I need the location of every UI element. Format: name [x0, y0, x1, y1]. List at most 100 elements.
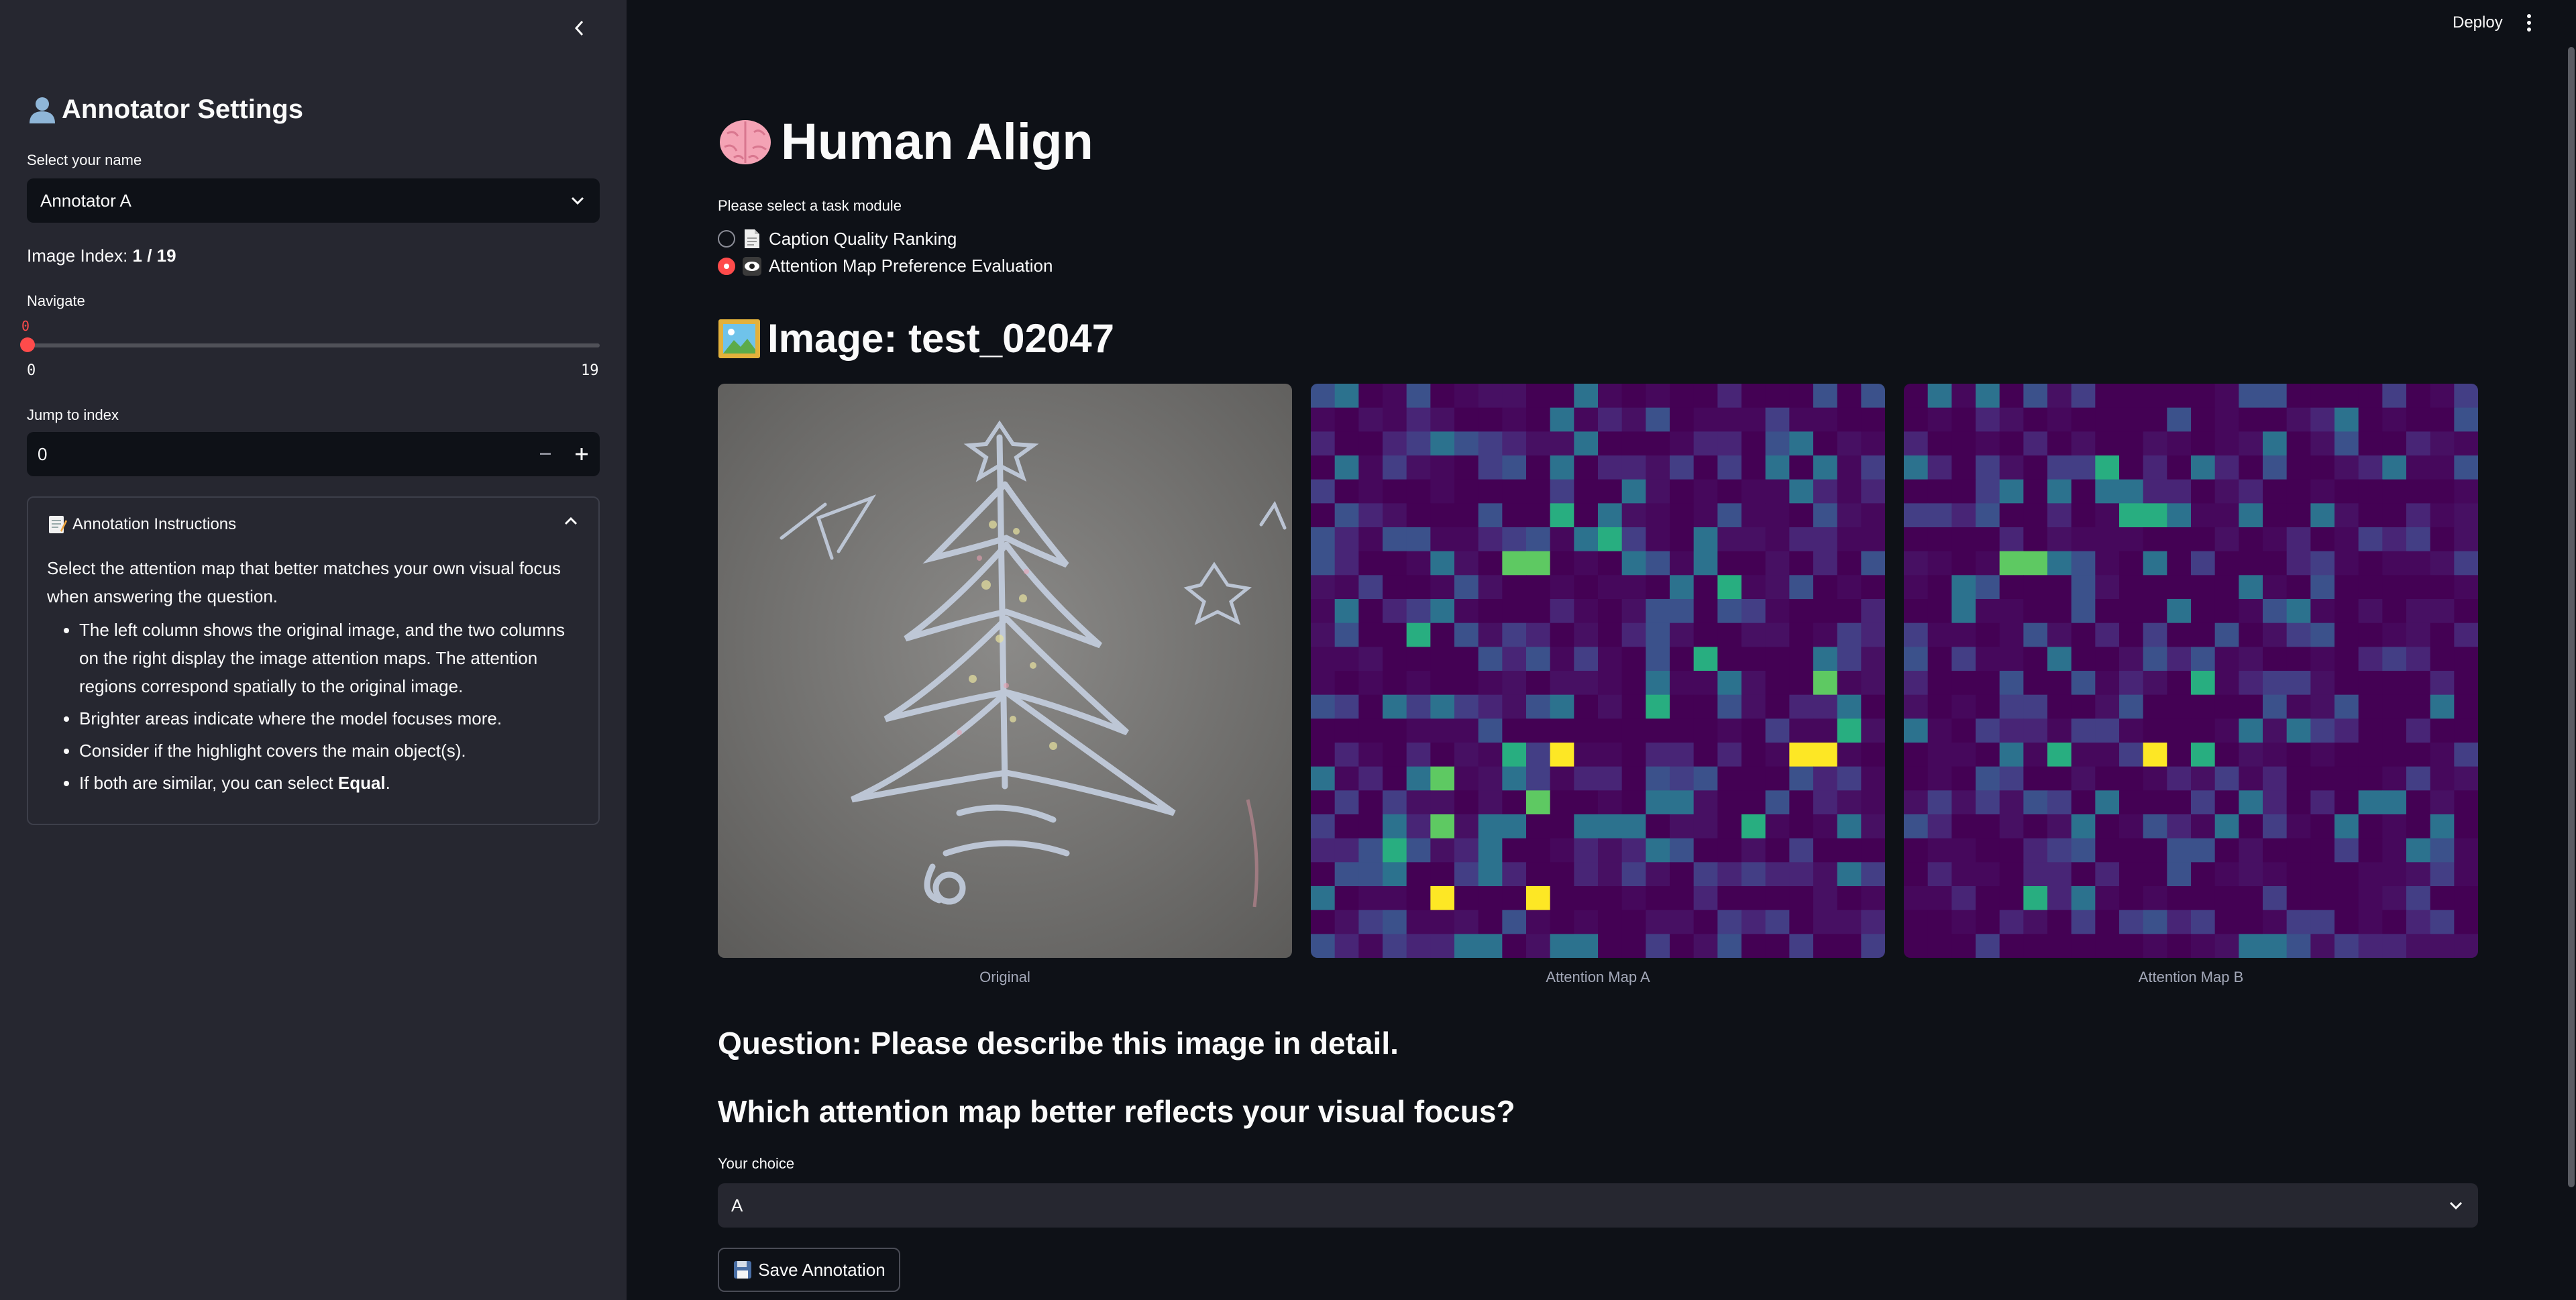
attention-map-b[interactable] — [1904, 384, 2478, 958]
navigate-slider-track[interactable] — [27, 343, 600, 347]
jump-index-input[interactable]: 0 — [27, 432, 600, 476]
heatmap-cell — [1646, 647, 1670, 671]
instructions-header[interactable]: Annotation Instructions — [28, 498, 598, 551]
heatmap-cell — [1646, 599, 1670, 624]
heatmap-cell — [1646, 671, 1670, 696]
heatmap-cell — [1358, 551, 1383, 576]
heatmap-cell — [1670, 647, 1695, 671]
task-option-caption[interactable]: Caption Quality Ranking — [718, 228, 957, 250]
heatmap-cell — [2119, 886, 2144, 911]
heatmap-cell — [2119, 862, 2144, 887]
instruction-item: Consider if the highlight covers the mai… — [79, 737, 584, 765]
heatmap-cell — [1406, 527, 1431, 552]
heatmap-cell — [1526, 766, 1551, 791]
choice-select[interactable]: A — [718, 1183, 2478, 1228]
name-select[interactable]: Annotator A — [27, 178, 600, 223]
heatmap-cell — [2286, 431, 2311, 456]
heatmap-cell — [1526, 503, 1551, 528]
heatmap-cell — [1646, 910, 1670, 934]
heatmap-cell — [1927, 407, 1952, 432]
heatmap-cell — [2334, 743, 2359, 767]
radio-button[interactable] — [718, 230, 735, 248]
heatmap-cell — [2358, 766, 2383, 791]
heatmap-cell — [2143, 862, 2167, 887]
heatmap-cell — [2430, 503, 2455, 528]
heatmap-cell — [1999, 743, 2024, 767]
heatmap-cell — [2214, 886, 2239, 911]
heatmap-cell — [1646, 384, 1670, 409]
heatmap-cell — [1358, 599, 1383, 624]
heatmap-cell — [1670, 407, 1695, 432]
heatmap-cell — [1621, 599, 1646, 624]
heatmap-cell — [1550, 743, 1574, 767]
heatmap-cell — [2382, 503, 2407, 528]
decrement-button[interactable] — [527, 432, 564, 476]
heatmap-cell — [2119, 934, 2144, 958]
heatmap-cell — [1311, 694, 1336, 719]
save-annotation-button[interactable]: Save Annotation — [718, 1248, 900, 1292]
heatmap-cell — [1406, 886, 1431, 911]
heatmap-cell — [2095, 743, 2120, 767]
heatmap-cell — [2191, 479, 2216, 504]
heatmap-cell — [2382, 407, 2407, 432]
increment-button[interactable] — [564, 432, 600, 476]
heatmap-cell — [2358, 910, 2383, 934]
heatmap-cell — [2095, 647, 2120, 671]
heatmap-cell — [1999, 694, 2024, 719]
heatmap-cell — [1526, 671, 1551, 696]
deploy-button[interactable]: Deploy — [2453, 13, 2503, 32]
navigate-slider-thumb[interactable] — [20, 337, 35, 352]
instruction-bold: Equal — [337, 773, 386, 793]
heatmap-cell — [2454, 886, 2478, 911]
heatmap-cell — [1621, 718, 1646, 743]
heatmap-cell — [2119, 910, 2144, 934]
heatmap-cell — [1334, 431, 1359, 456]
heatmap-cell — [2358, 551, 2383, 576]
heatmap-cell — [2071, 934, 2096, 958]
heatmap-cell — [2214, 694, 2239, 719]
heatmap-cell — [2095, 886, 2120, 911]
heatmap-cell — [2095, 766, 2120, 791]
heatmap-cell — [1717, 479, 1742, 504]
heatmap-cell — [2334, 622, 2359, 647]
heatmap-cell — [2167, 671, 2192, 696]
heatmap-cell — [2382, 790, 2407, 815]
heatmap-cell — [1574, 718, 1599, 743]
heatmap-cell — [2382, 934, 2407, 958]
scrollbar[interactable] — [2568, 47, 2575, 1187]
heatmap-cell — [2167, 622, 2192, 647]
heatmap-cell — [1621, 886, 1646, 911]
heatmap-cell — [1765, 527, 1790, 552]
heatmap-cell — [1789, 503, 1814, 528]
heatmap-cell — [1904, 910, 1929, 934]
heatmap-cell — [2406, 862, 2431, 887]
heatmap-cell — [1813, 551, 1838, 576]
heatmap-cell — [2430, 622, 2455, 647]
collapse-sidebar-button[interactable] — [566, 15, 593, 42]
heatmap-cell — [2430, 766, 2455, 791]
heatmap-cell — [2406, 647, 2431, 671]
heatmap-cell — [2406, 575, 2431, 600]
heatmap-cell — [1999, 790, 2024, 815]
heatmap-cell — [1574, 599, 1599, 624]
heatmap-cell — [2071, 886, 2096, 911]
heatmap-cell — [1813, 886, 1838, 911]
heatmap-cell — [1813, 910, 1838, 934]
heatmap-cell — [1861, 622, 1885, 647]
heatmap-cell — [1383, 766, 1407, 791]
heatmap-cell — [1311, 743, 1336, 767]
radio-button-selected[interactable] — [718, 257, 735, 275]
heatmap-cell — [1502, 407, 1527, 432]
heatmap-cell — [1334, 671, 1359, 696]
heatmap-cell — [1454, 503, 1479, 528]
heatmap-cell — [2191, 790, 2216, 815]
heatmap-cell — [2310, 503, 2335, 528]
more-menu-icon[interactable] — [2522, 12, 2536, 34]
task-option-attention[interactable]: Attention Map Preference Evaluation — [718, 256, 1053, 276]
heatmap-cell — [1430, 886, 1455, 911]
heatmap-cell — [1999, 599, 2024, 624]
attention-map-a[interactable] — [1311, 384, 1885, 958]
heatmap-cell — [2047, 718, 2072, 743]
heatmap-cell — [2286, 407, 2311, 432]
heatmap-cell — [1646, 694, 1670, 719]
